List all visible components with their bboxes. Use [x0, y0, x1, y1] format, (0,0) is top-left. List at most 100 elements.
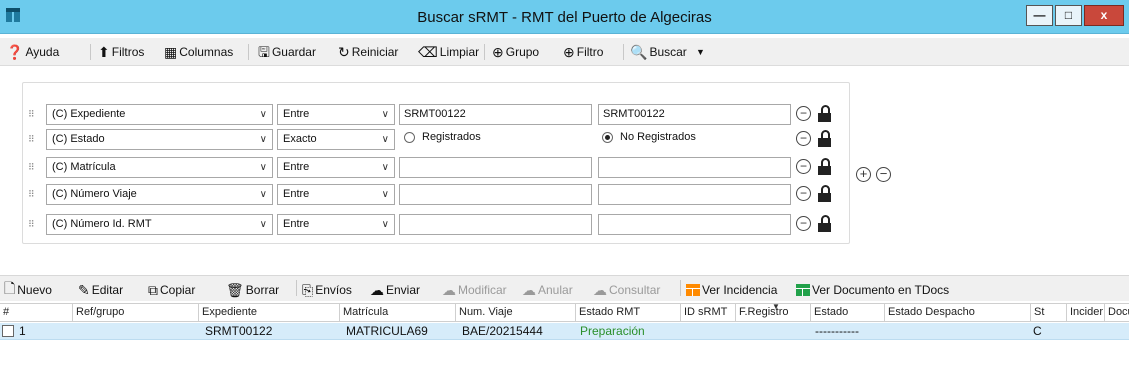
remove-filter-icon[interactable]: −: [796, 216, 811, 231]
lock-icon[interactable]: [818, 158, 831, 175]
column-header[interactable]: St: [1030, 304, 1066, 322]
send-button[interactable]: ☁ Enviar: [370, 281, 420, 299]
column-header[interactable]: Estado: [810, 304, 884, 322]
drag-handle-icon[interactable]: ⠿: [28, 162, 38, 172]
restart-button[interactable]: ↻ Reiniciar: [338, 42, 398, 62]
radio-registrados[interactable]: Registrados: [404, 131, 481, 143]
cell-viaje: BAE/20215444: [462, 324, 543, 338]
operator-select-value: Entre: [283, 188, 310, 200]
maximize-button[interactable]: □: [1055, 5, 1082, 26]
chevron-down-icon: ∨: [381, 189, 389, 200]
filters-label: Filtros: [111, 45, 145, 59]
help-button[interactable]: ❓ Ayuda: [6, 42, 59, 62]
eraser-icon: ⌫: [418, 44, 438, 60]
cell-matricula: MATRICULA69: [346, 324, 428, 338]
cell-id-srmt: [680, 323, 735, 340]
delete-label: Borrar: [245, 283, 280, 297]
copy-button[interactable]: ⧉ Copiar: [148, 281, 195, 299]
toolbar-divider: [90, 44, 91, 60]
value-from-input[interactable]: [399, 157, 592, 178]
remove-filter-icon[interactable]: −: [796, 186, 811, 201]
help-icon: ❓: [6, 44, 24, 60]
filter-button[interactable]: ⊕ Filtro: [563, 42, 603, 62]
clear-button[interactable]: ⌫ Limpiar: [418, 42, 479, 62]
value-to-input[interactable]: [598, 184, 791, 205]
column-header[interactable]: ID sRMT: [680, 304, 735, 322]
operator-select[interactable]: Exacto ∨: [277, 129, 395, 150]
chevron-down-icon: ∨: [381, 134, 389, 145]
remove-filter-icon[interactable]: −: [796, 106, 811, 121]
column-header[interactable]: Expediente: [198, 304, 339, 322]
column-header[interactable]: Estado RMT: [575, 304, 680, 322]
field-select[interactable]: (C) Expediente ∨: [46, 104, 273, 125]
column-header[interactable]: Estado Despacho: [884, 304, 1030, 322]
operator-select[interactable]: Entre ∨: [277, 184, 395, 205]
field-select[interactable]: (C) Matrícula ∨: [46, 157, 273, 178]
filters-button[interactable]: ⬆ Filtros: [98, 42, 144, 62]
value-from-input[interactable]: [399, 184, 592, 205]
drag-handle-icon[interactable]: ⠿: [28, 134, 38, 144]
cancel-button[interactable]: ☁ Anular: [522, 281, 573, 299]
add-group-icon[interactable]: +: [856, 167, 871, 182]
lock-icon[interactable]: [818, 185, 831, 202]
chevron-down-icon: ∨: [381, 219, 389, 230]
value-to-input[interactable]: [598, 214, 791, 235]
delete-button[interactable]: 🗑 Borrar: [226, 281, 279, 299]
view-document-label: Ver Documento en TDocs: [812, 283, 950, 297]
view-document-button[interactable]: Ver Documento en TDocs: [796, 281, 949, 299]
view-incident-button[interactable]: Ver Incidencia: [686, 281, 777, 299]
group-button[interactable]: ⊕ Grupo: [492, 42, 539, 62]
radio-no-registrados[interactable]: No Registrados: [602, 131, 696, 143]
operator-select[interactable]: Entre ∨: [277, 214, 395, 235]
modify-button[interactable]: ☁ Modificar: [442, 281, 507, 299]
remove-group-icon[interactable]: −: [876, 167, 891, 182]
new-label: Nuevo: [17, 283, 52, 297]
restart-icon: ↻: [338, 44, 350, 60]
chevron-down-icon: ∨: [259, 109, 267, 120]
operator-select-value: Entre: [283, 161, 310, 173]
field-select-value: (C) Estado: [52, 133, 105, 145]
shipments-button[interactable]: ⎘ Envíos: [302, 281, 352, 299]
value-from-input[interactable]: [399, 214, 592, 235]
column-header[interactable]: #: [0, 304, 72, 322]
edit-button[interactable]: ✎ Editar: [78, 281, 123, 299]
drag-handle-icon[interactable]: ⠿: [28, 189, 38, 199]
search-dropdown-arrow[interactable]: ▼: [696, 42, 705, 62]
save-button[interactable]: 🖫 Guardar: [258, 42, 316, 62]
value-to-input[interactable]: SRMT00122: [598, 104, 791, 125]
copy-label: Copiar: [160, 283, 196, 297]
send-label: Enviar: [386, 283, 421, 297]
close-button[interactable]: x: [1084, 5, 1124, 26]
lock-icon[interactable]: [818, 105, 831, 122]
table-row[interactable]: 1 SRMT00122 MATRICULA69 BAE/20215444 Pre…: [0, 323, 1129, 340]
remove-filter-icon[interactable]: −: [796, 159, 811, 174]
field-select[interactable]: (C) Número Id. RMT ∨: [46, 214, 273, 235]
search-label: Buscar: [649, 45, 687, 59]
columns-button[interactable]: ▦ Columnas: [164, 42, 233, 62]
search-button[interactable]: 🔍 Buscar: [630, 42, 687, 62]
minimize-button[interactable]: —: [1026, 5, 1053, 26]
column-header[interactable]: Docu: [1104, 304, 1129, 322]
column-header[interactable]: Incider: [1066, 304, 1104, 322]
column-header[interactable]: Num. Viaje: [455, 304, 575, 322]
field-select[interactable]: (C) Número Viaje ∨: [46, 184, 273, 205]
operator-select[interactable]: Entre ∨: [277, 104, 395, 125]
drag-handle-icon[interactable]: ⠿: [28, 109, 38, 119]
title-bar: Buscar sRMT - RMT del Puerto de Algecira…: [0, 0, 1129, 34]
drag-handle-icon[interactable]: ⠿: [28, 219, 38, 229]
column-header[interactable]: Ref/grupo: [72, 304, 198, 322]
toolbar-divider: [680, 280, 681, 296]
column-header[interactable]: Matrícula: [339, 304, 455, 322]
lock-icon[interactable]: [818, 215, 831, 232]
new-button[interactable]: 🗋 Nuevo: [4, 280, 52, 299]
filter-row-matricula: ⠿ (C) Matrícula ∨ Entre ∨ −: [23, 157, 851, 179]
field-select[interactable]: (C) Estado ∨: [46, 129, 273, 150]
operator-select[interactable]: Entre ∨: [277, 157, 395, 178]
filter-label: Filtro: [576, 45, 604, 59]
remove-filter-icon[interactable]: −: [796, 131, 811, 146]
query-button[interactable]: ☁ Consultar: [593, 281, 660, 299]
value-from-input[interactable]: SRMT00122: [399, 104, 592, 125]
lock-icon[interactable]: [818, 130, 831, 147]
value-to-input[interactable]: [598, 157, 791, 178]
row-checkbox[interactable]: [2, 325, 14, 337]
